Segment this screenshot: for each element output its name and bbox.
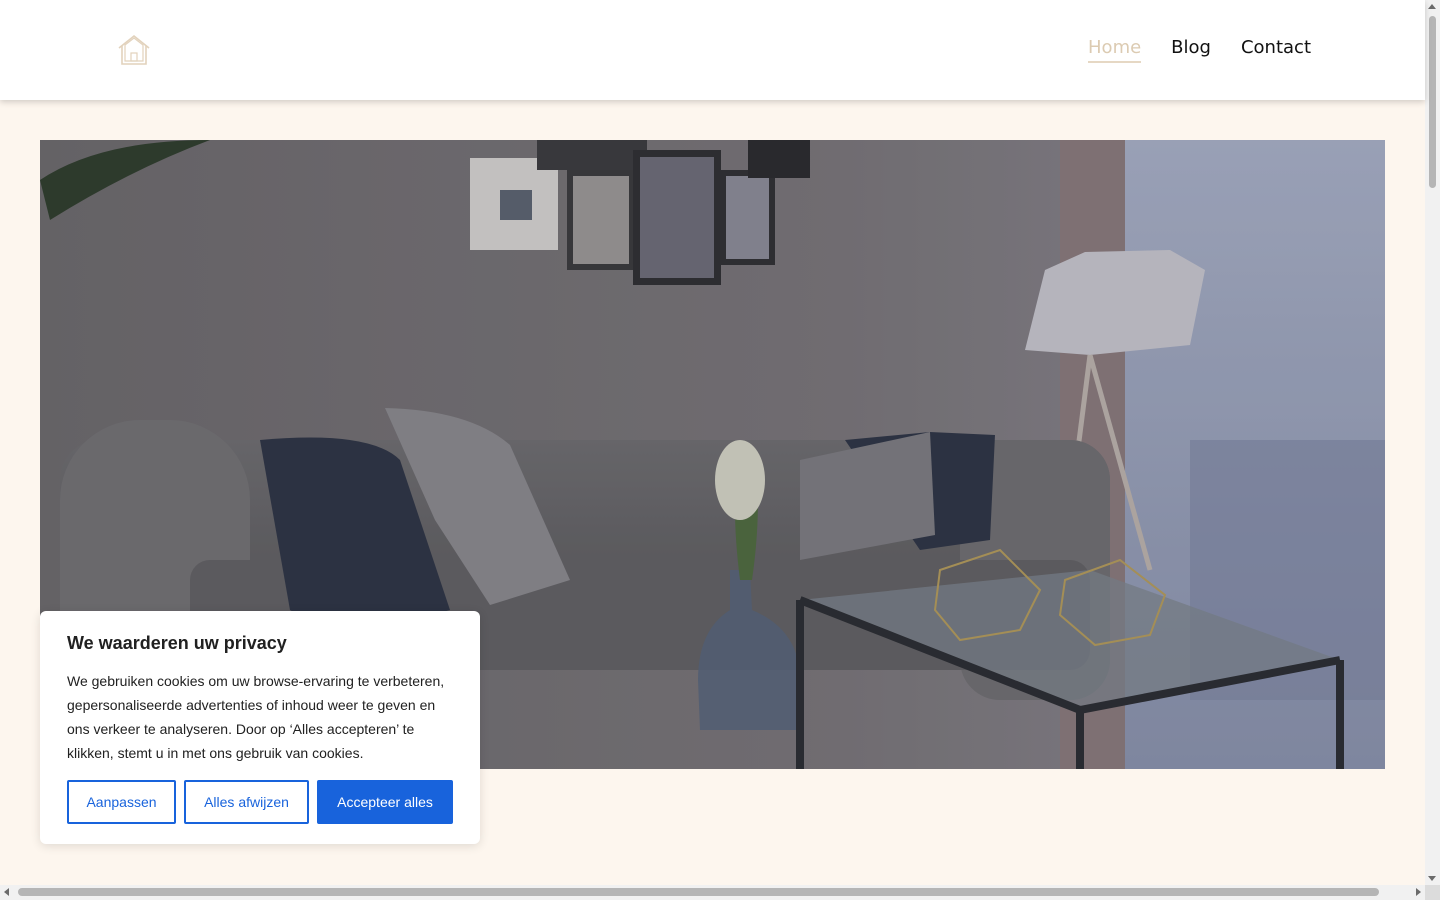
nav-contact[interactable]: Contact bbox=[1241, 37, 1311, 63]
house-icon[interactable] bbox=[116, 33, 152, 67]
nav-blog[interactable]: Blog bbox=[1171, 37, 1211, 63]
accept-all-button[interactable]: Accepteer alles bbox=[317, 780, 453, 824]
main-nav: Home Blog Contact bbox=[1088, 37, 1311, 63]
site-header: Home Blog Contact bbox=[0, 0, 1425, 100]
vertical-scroll-thumb[interactable] bbox=[1429, 16, 1436, 188]
cookie-banner: We waarderen uw privacy We gebruiken coo… bbox=[40, 611, 480, 844]
cookie-title: We waarderen uw privacy bbox=[67, 633, 287, 653]
nav-home[interactable]: Home bbox=[1088, 37, 1142, 63]
scroll-down-icon[interactable] bbox=[1428, 876, 1436, 881]
customize-button[interactable]: Aanpassen bbox=[67, 780, 176, 824]
horizontal-scrollbar[interactable] bbox=[0, 885, 1425, 900]
cookie-body: We gebruiken cookies om uw browse-ervari… bbox=[67, 673, 445, 761]
scroll-left-icon[interactable] bbox=[4, 888, 9, 896]
cookie-actions: Aanpassen Alles afwijzen Accepteer alles bbox=[67, 780, 453, 824]
scroll-right-icon[interactable] bbox=[1416, 888, 1421, 896]
scrollbar-corner bbox=[1425, 885, 1440, 900]
horizontal-scroll-thumb[interactable] bbox=[18, 888, 1379, 896]
scroll-up-icon[interactable] bbox=[1428, 4, 1436, 9]
reject-all-button[interactable]: Alles afwijzen bbox=[184, 780, 309, 824]
vertical-scrollbar[interactable] bbox=[1425, 0, 1440, 885]
